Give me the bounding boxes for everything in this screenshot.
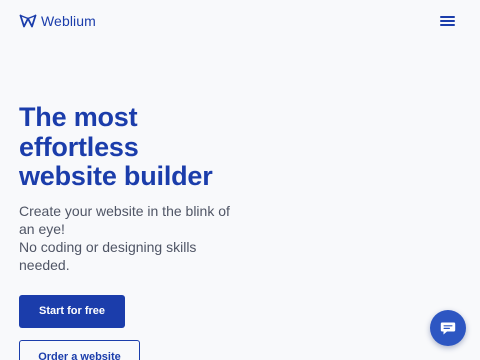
hamburger-menu-button[interactable] xyxy=(440,14,456,28)
logo-text: Weblium xyxy=(41,13,96,29)
hero-subtitle-line: an eye! xyxy=(19,221,65,237)
logo-link[interactable]: Weblium xyxy=(19,12,96,30)
site-header: Weblium xyxy=(0,0,480,42)
hero-subtitle-line: Create your website in the blink of xyxy=(19,203,230,219)
hero-title-line: website builder xyxy=(19,161,213,191)
hero-title: The most effortless website builder xyxy=(19,102,259,192)
menu-bar xyxy=(440,20,455,22)
order-website-button[interactable]: Order a website xyxy=(19,340,140,360)
chat-bubble-icon xyxy=(440,322,456,335)
hero-title-line: The most xyxy=(19,102,138,132)
start-for-free-button[interactable]: Start for free xyxy=(19,295,125,328)
menu-bar xyxy=(440,16,455,18)
chat-button[interactable] xyxy=(430,310,466,346)
menu-bar xyxy=(440,24,455,26)
hero-subtitle-line: needed. xyxy=(19,257,70,273)
hero-title-line: effortless xyxy=(19,131,139,162)
hero-subtitle: Create your website in the blink of an e… xyxy=(19,202,249,274)
weblium-logo-icon xyxy=(19,14,37,28)
landing-page: Weblium The most effortless website buil… xyxy=(0,0,480,360)
hero-subtitle-line: No coding or designing skills xyxy=(19,239,197,255)
